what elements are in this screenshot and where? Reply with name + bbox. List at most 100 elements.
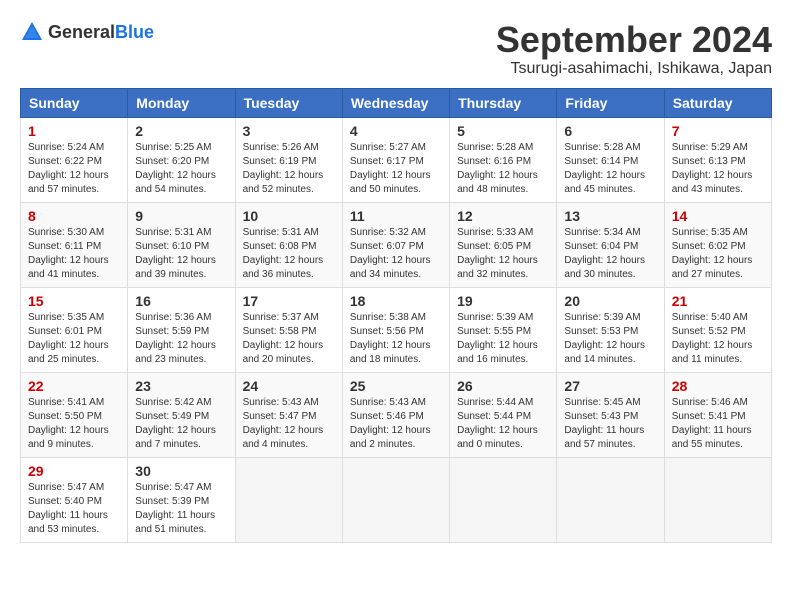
calendar-week-row: 22 Sunrise: 5:41 AM Sunset: 5:50 PM Dayli… <box>21 372 772 457</box>
day-info: Sunrise: 5:37 AM Sunset: 5:58 PM Dayligh… <box>243 311 335 367</box>
title-area: September 2024 Tsurugi-asahimachi, Ishik… <box>496 20 772 78</box>
calendar-cell: 20Sunrise: 5:39 AM Sunset: 5:53 PM Dayli… <box>557 287 664 372</box>
day-info: Sunrise: 5:24 AM Sunset: 6:22 PM Dayligh… <box>28 141 120 197</box>
day-number: 15 <box>28 293 120 309</box>
day-info: Sunrise: 5:43 AM Sunset: 5:46 PM Dayligh… <box>350 396 442 452</box>
logo-text-general: General <box>48 22 115 42</box>
day-info: Sunrise: 5:47 AM Sunset: 5:39 PM Dayligh… <box>135 481 227 537</box>
day-info: Sunrise: 5:40 AM Sunset: 5:52 PM Dayligh… <box>672 311 764 367</box>
day-number: 9 <box>135 208 227 224</box>
calendar-week-row: 15 Sunrise: 5:35 AM Sunset: 6:01 PM Dayli… <box>21 287 772 372</box>
calendar-cell: 14 Sunrise: 5:35 AM Sunset: 6:02 PM Dayli… <box>664 202 771 287</box>
day-number: 18 <box>350 293 442 309</box>
calendar-cell: 30 Sunrise: 5:47 AM Sunset: 5:39 PM Dayli… <box>128 457 235 542</box>
day-info: Sunrise: 5:28 AM Sunset: 6:16 PM Dayligh… <box>457 141 549 197</box>
calendar-cell: 18 Sunrise: 5:38 AM Sunset: 5:56 PM Dayli… <box>342 287 449 372</box>
day-info: Sunrise: 5:45 AM Sunset: 5:43 PM Dayligh… <box>564 396 656 452</box>
calendar-cell: 1 Sunrise: 5:24 AM Sunset: 6:22 PM Daylig… <box>21 117 128 202</box>
calendar-cell: 10Sunrise: 5:31 AM Sunset: 6:08 PM Dayli… <box>235 202 342 287</box>
calendar-cell: 2 Sunrise: 5:25 AM Sunset: 6:20 PM Daylig… <box>128 117 235 202</box>
day-info: Sunrise: 5:41 AM Sunset: 5:50 PM Dayligh… <box>28 396 120 452</box>
day-info: Sunrise: 5:34 AM Sunset: 6:04 PM Dayligh… <box>564 226 656 282</box>
day-number: 25 <box>350 378 442 394</box>
day-info: Sunrise: 5:26 AM Sunset: 6:19 PM Dayligh… <box>243 141 335 197</box>
day-info: Sunrise: 5:33 AM Sunset: 6:05 PM Dayligh… <box>457 226 549 282</box>
page-header: GeneralBlue September 2024 Tsurugi-asahi… <box>20 20 772 78</box>
day-number: 11 <box>350 208 442 224</box>
calendar-cell: 15 Sunrise: 5:35 AM Sunset: 6:01 PM Dayli… <box>21 287 128 372</box>
day-info: Sunrise: 5:30 AM Sunset: 6:11 PM Dayligh… <box>28 226 120 282</box>
column-header-thursday: Thursday <box>450 88 557 117</box>
calendar-cell: 7 Sunrise: 5:29 AM Sunset: 6:13 PM Daylig… <box>664 117 771 202</box>
calendar-cell: 12 Sunrise: 5:33 AM Sunset: 6:05 PM Dayli… <box>450 202 557 287</box>
calendar-cell: 13Sunrise: 5:34 AM Sunset: 6:04 PM Dayli… <box>557 202 664 287</box>
calendar-cell: 25 Sunrise: 5:43 AM Sunset: 5:46 PM Dayli… <box>342 372 449 457</box>
column-header-sunday: Sunday <box>21 88 128 117</box>
day-number: 16 <box>135 293 227 309</box>
calendar-cell: 19Sunrise: 5:39 AM Sunset: 5:55 PM Dayli… <box>450 287 557 372</box>
day-number: 23 <box>135 378 227 394</box>
day-info: Sunrise: 5:32 AM Sunset: 6:07 PM Dayligh… <box>350 226 442 282</box>
day-info: Sunrise: 5:25 AM Sunset: 6:20 PM Dayligh… <box>135 141 227 197</box>
day-info: Sunrise: 5:38 AM Sunset: 5:56 PM Dayligh… <box>350 311 442 367</box>
day-info: Sunrise: 5:29 AM Sunset: 6:13 PM Dayligh… <box>672 141 764 197</box>
day-number: 20 <box>564 293 656 309</box>
calendar-cell <box>450 457 557 542</box>
day-info: Sunrise: 5:35 AM Sunset: 6:01 PM Dayligh… <box>28 311 120 367</box>
day-number: 22 <box>28 378 120 394</box>
calendar-cell: 3 Sunrise: 5:26 AM Sunset: 6:19 PM Daylig… <box>235 117 342 202</box>
day-number: 2 <box>135 123 227 139</box>
calendar-body: 1 Sunrise: 5:24 AM Sunset: 6:22 PM Daylig… <box>21 117 772 542</box>
calendar-cell: 8 Sunrise: 5:30 AM Sunset: 6:11 PM Daylig… <box>21 202 128 287</box>
day-info: Sunrise: 5:43 AM Sunset: 5:47 PM Dayligh… <box>243 396 335 452</box>
day-number: 30 <box>135 463 227 479</box>
calendar-cell: 16 Sunrise: 5:36 AM Sunset: 5:59 PM Dayli… <box>128 287 235 372</box>
day-info: Sunrise: 5:47 AM Sunset: 5:40 PM Dayligh… <box>28 481 120 537</box>
day-number: 29 <box>28 463 120 479</box>
day-number: 17 <box>243 293 335 309</box>
day-info: Sunrise: 5:44 AM Sunset: 5:44 PM Dayligh… <box>457 396 549 452</box>
month-title: September 2024 <box>496 20 772 60</box>
calendar-cell: 28Sunrise: 5:46 AM Sunset: 5:41 PM Dayli… <box>664 372 771 457</box>
day-info: Sunrise: 5:35 AM Sunset: 6:02 PM Dayligh… <box>672 226 764 282</box>
calendar-cell: 21 Sunrise: 5:40 AM Sunset: 5:52 PM Dayli… <box>664 287 771 372</box>
day-number: 8 <box>28 208 120 224</box>
calendar-cell <box>342 457 449 542</box>
calendar-cell: 23Sunrise: 5:42 AM Sunset: 5:49 PM Dayli… <box>128 372 235 457</box>
day-number: 26 <box>457 378 549 394</box>
day-number: 14 <box>672 208 764 224</box>
day-number: 1 <box>28 123 120 139</box>
calendar-cell: 29 Sunrise: 5:47 AM Sunset: 5:40 PM Dayli… <box>21 457 128 542</box>
calendar-cell: 6Sunrise: 5:28 AM Sunset: 6:14 PM Daylig… <box>557 117 664 202</box>
day-number: 10 <box>243 208 335 224</box>
day-number: 28 <box>672 378 764 394</box>
day-number: 12 <box>457 208 549 224</box>
calendar-table: SundayMondayTuesdayWednesdayThursdayFrid… <box>20 88 772 543</box>
column-headers-row: SundayMondayTuesdayWednesdayThursdayFrid… <box>21 88 772 117</box>
day-info: Sunrise: 5:31 AM Sunset: 6:10 PM Dayligh… <box>135 226 227 282</box>
calendar-cell: 4Sunrise: 5:27 AM Sunset: 6:17 PM Daylig… <box>342 117 449 202</box>
calendar-cell: 27 Sunrise: 5:45 AM Sunset: 5:43 PM Dayli… <box>557 372 664 457</box>
column-header-friday: Friday <box>557 88 664 117</box>
logo-text-blue: Blue <box>115 22 154 42</box>
calendar-cell: 24 Sunrise: 5:43 AM Sunset: 5:47 PM Dayli… <box>235 372 342 457</box>
day-info: Sunrise: 5:28 AM Sunset: 6:14 PM Dayligh… <box>564 141 656 197</box>
day-info: Sunrise: 5:39 AM Sunset: 5:55 PM Dayligh… <box>457 311 549 367</box>
calendar-cell: 5 Sunrise: 5:28 AM Sunset: 6:16 PM Daylig… <box>450 117 557 202</box>
column-header-saturday: Saturday <box>664 88 771 117</box>
column-header-wednesday: Wednesday <box>342 88 449 117</box>
logo: GeneralBlue <box>20 20 154 44</box>
day-number: 27 <box>564 378 656 394</box>
day-number: 21 <box>672 293 764 309</box>
day-number: 24 <box>243 378 335 394</box>
day-info: Sunrise: 5:36 AM Sunset: 5:59 PM Dayligh… <box>135 311 227 367</box>
day-info: Sunrise: 5:27 AM Sunset: 6:17 PM Dayligh… <box>350 141 442 197</box>
calendar-cell: 9 Sunrise: 5:31 AM Sunset: 6:10 PM Daylig… <box>128 202 235 287</box>
day-number: 5 <box>457 123 549 139</box>
calendar-cell: 26 Sunrise: 5:44 AM Sunset: 5:44 PM Dayli… <box>450 372 557 457</box>
day-number: 7 <box>672 123 764 139</box>
calendar-week-row: 8 Sunrise: 5:30 AM Sunset: 6:11 PM Daylig… <box>21 202 772 287</box>
calendar-cell: 22 Sunrise: 5:41 AM Sunset: 5:50 PM Dayli… <box>21 372 128 457</box>
calendar-cell <box>235 457 342 542</box>
day-number: 3 <box>243 123 335 139</box>
